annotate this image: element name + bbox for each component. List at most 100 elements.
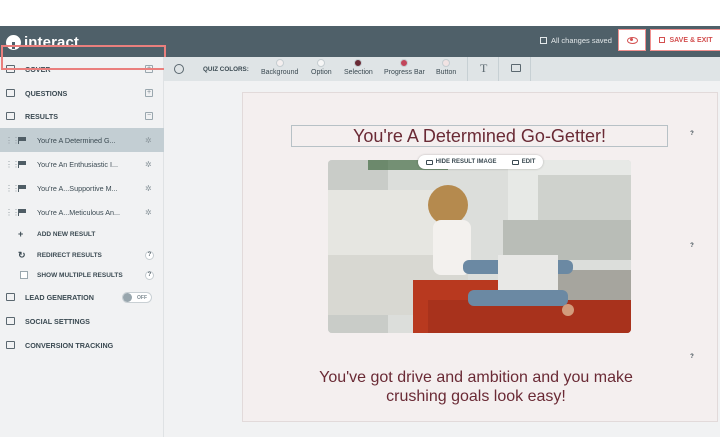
result-photo: [328, 160, 631, 333]
bottom-strip: [0, 437, 720, 445]
lead-generation-toggle[interactable]: OFF: [122, 291, 152, 303]
result-item[interactable]: ⋮⋮ You're A...Meticulous An... ✲: [0, 200, 164, 224]
help-icon[interactable]: ?: [145, 270, 154, 280]
toggle-knob: [123, 292, 132, 302]
expand-icon[interactable]: +: [145, 89, 153, 97]
drag-handle-icon[interactable]: ⋮⋮: [5, 160, 20, 169]
add-new-result-label: ADD NEW RESULT: [37, 230, 96, 238]
sidebar-item-label: SOCIAL SETTINGS: [25, 316, 90, 326]
save-icon: [659, 37, 666, 43]
hide-result-image-button[interactable]: HIDE RESULT IMAGE: [425, 159, 497, 165]
save-exit-button[interactable]: SAVE & EXIT: [650, 29, 720, 51]
sidebar-item-label: QUESTIONS: [25, 88, 68, 98]
flag-icon: [18, 136, 27, 144]
text-tool-icon[interactable]: T: [480, 61, 487, 76]
palette-icon: [174, 64, 184, 74]
flag-icon: [18, 184, 27, 192]
quiz-colors-label: QUIZ COLORS:: [203, 66, 249, 73]
color-swatch-progress-bar[interactable]: Progress Bar: [384, 59, 425, 76]
gear-icon[interactable]: ✲: [145, 184, 152, 193]
image-actions-bar: HIDE RESULT IMAGE EDIT: [418, 155, 543, 169]
sidebar-item-results[interactable]: RESULTS −: [0, 104, 164, 128]
sidebar-item-conversion-tracking[interactable]: CONVERSION TRACKING: [0, 333, 164, 357]
save-status-text: All changes saved: [551, 36, 612, 45]
gear-icon[interactable]: ✲: [145, 160, 152, 169]
save-status: All changes saved: [540, 36, 612, 45]
toolbar-divider: [530, 57, 531, 81]
result-title-field[interactable]: You're A Determined Go-Getter!: [291, 125, 668, 147]
edit-image-label: EDIT: [521, 159, 536, 165]
sidebar-item-lead-generation[interactable]: LEAD GENERATION OFF: [0, 285, 164, 309]
sidebar-item-label: CONVERSION TRACKING: [25, 340, 114, 350]
chart-icon: [6, 341, 15, 349]
result-item[interactable]: ⋮⋮ You're An Enthusiastic I... ✲: [0, 152, 164, 176]
swatch-color-dot[interactable]: [354, 59, 363, 67]
help-icon[interactable]: ?: [688, 243, 696, 251]
edit-image-button[interactable]: EDIT: [511, 159, 536, 165]
toolbar-divider: [467, 57, 468, 81]
swatch-label: Progress Bar: [384, 69, 425, 76]
image-tool-icon[interactable]: [511, 64, 521, 72]
plus-icon: +: [18, 229, 24, 239]
color-swatch-selection[interactable]: Selection: [344, 59, 373, 76]
sidebar-item-label: RESULTS: [25, 111, 59, 121]
redirect-results-label: REDIRECT RESULTS: [37, 251, 102, 259]
app-root: interact All changes saved SAVE & EXIT C…: [0, 0, 720, 445]
flag-icon: [18, 160, 27, 168]
swatch-color-dot[interactable]: [275, 59, 284, 67]
add-new-result-button[interactable]: + ADD NEW RESULT: [0, 224, 164, 244]
swatch-color-dot[interactable]: [317, 59, 326, 67]
swatch-label: Button: [436, 69, 457, 76]
result-item-label: You're A...Meticulous An...: [37, 207, 121, 217]
help-icon[interactable]: ?: [688, 354, 696, 362]
quiz-colors-toolbar: QUIZ COLORS: Background Option Selection Pr…: [164, 57, 720, 81]
eye-off-icon: [425, 159, 433, 165]
result-item-label: You're A Determined G...: [37, 135, 116, 145]
color-swatch-background[interactable]: Background: [261, 59, 298, 76]
sidebar-item-questions[interactable]: QUESTIONS +: [0, 81, 164, 105]
swatch-label: Background: [261, 69, 299, 76]
hide-result-image-label: HIDE RESULT IMAGE: [435, 159, 497, 165]
flag-icon: [6, 112, 15, 120]
sidebar-item-social-settings[interactable]: SOCIAL SETTINGS: [0, 309, 164, 333]
result-title[interactable]: You're A Determined Go-Getter!: [353, 126, 606, 147]
gear-icon[interactable]: ✲: [145, 208, 152, 217]
show-multiple-results-option[interactable]: SHOW MULTIPLE RESULTS ?: [0, 265, 164, 285]
eye-icon: [626, 36, 638, 44]
gear-icon[interactable]: ✲: [145, 136, 152, 145]
color-swatch-button[interactable]: Button: [436, 59, 456, 76]
swatch-color-dot[interactable]: [442, 59, 451, 67]
image-icon: [511, 159, 519, 165]
users-icon: [6, 317, 15, 325]
result-item-label: You're A...Supportive M...: [37, 183, 118, 193]
swatch-label: Option: [311, 69, 332, 76]
result-description[interactable]: You've got drive and ambition and you ma…: [304, 368, 648, 406]
help-icon[interactable]: ?: [688, 131, 696, 139]
envelope-icon: [6, 293, 15, 301]
show-multiple-results-label: SHOW MULTIPLE RESULTS: [37, 271, 123, 279]
redirect-results-option[interactable]: ↻ REDIRECT RESULTS ?: [0, 245, 164, 265]
swatch-label: Selection: [344, 69, 373, 76]
result-item-label: You're An Enthusiastic I...: [37, 159, 119, 169]
result-item[interactable]: ⋮⋮ You're A...Supportive M... ✲: [0, 176, 164, 200]
save-exit-label: SAVE & EXIT: [669, 36, 713, 44]
color-swatch-option[interactable]: Option: [311, 59, 332, 76]
result-image[interactable]: [328, 160, 631, 333]
questions-icon: [6, 89, 15, 97]
flag-icon: [18, 208, 27, 216]
drag-handle-icon[interactable]: ⋮⋮: [5, 184, 20, 193]
help-icon[interactable]: ?: [145, 250, 154, 260]
preview-button[interactable]: [618, 29, 646, 51]
sidebar-item-label: LEAD GENERATION: [25, 292, 94, 302]
drag-handle-icon[interactable]: ⋮⋮: [5, 136, 20, 145]
swatch-color-dot[interactable]: [400, 59, 409, 67]
sidebar: COVER + QUESTIONS + RESULTS − ⋮⋮ You're …: [0, 57, 164, 437]
result-item[interactable]: ⋮⋮ You're A Determined G... ✲: [0, 128, 164, 152]
toggle-state-label: OFF: [137, 294, 147, 301]
drag-handle-icon[interactable]: ⋮⋮: [5, 208, 20, 217]
results-highlight: [1, 45, 166, 70]
show-multiple-results-checkbox[interactable]: [20, 271, 28, 279]
collapse-icon[interactable]: −: [145, 112, 153, 120]
saved-icon: [540, 37, 547, 44]
toolbar-divider: [498, 57, 499, 81]
